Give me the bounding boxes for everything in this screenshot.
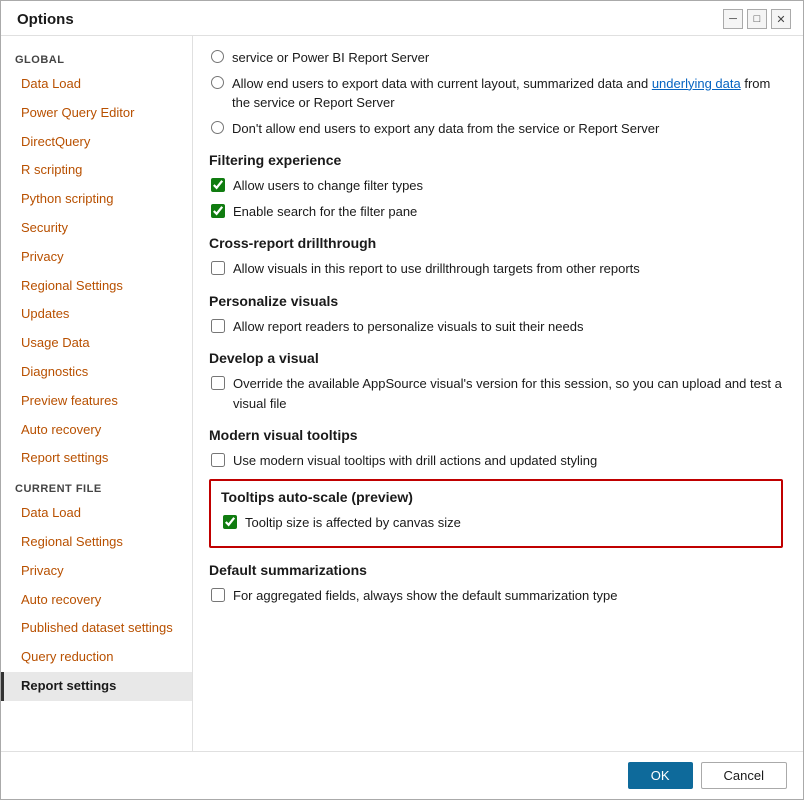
main-content: service or Power BI Report Server Allow … <box>193 36 803 751</box>
export-radio-row-3: Don't allow end users to export any data… <box>209 119 783 139</box>
options-dialog: Options ─ □ ✕ GLOBAL Data Load Power Que… <box>0 0 804 800</box>
sidebar-item-directquery[interactable]: DirectQuery <box>1 128 192 157</box>
sidebar-item-auto-recovery[interactable]: Auto recovery <box>1 416 192 445</box>
minimize-button[interactable]: ─ <box>723 9 743 29</box>
sidebar-item-report-settings-global[interactable]: Report settings <box>1 444 192 473</box>
filter-types-row: Allow users to change filter types <box>209 176 783 196</box>
develop-row: Override the available AppSource visual'… <box>209 374 783 413</box>
cancel-button[interactable]: Cancel <box>701 762 787 789</box>
section-title-tooltips-autoscale: Tooltips auto-scale (preview) <box>221 489 771 505</box>
section-title-crossreport: Cross-report drillthrough <box>209 235 783 251</box>
sidebar-item-preview-features[interactable]: Preview features <box>1 387 192 416</box>
section-title-personalize: Personalize visuals <box>209 293 783 309</box>
bottom-bar: OK Cancel <box>1 751 803 799</box>
sidebar-item-current-privacy[interactable]: Privacy <box>1 557 192 586</box>
export-radio-3[interactable] <box>211 121 224 134</box>
filter-types-checkbox[interactable] <box>211 178 225 192</box>
personalize-row: Allow report readers to personalize visu… <box>209 317 783 337</box>
section-title-summarizations: Default summarizations <box>209 562 783 578</box>
modern-tooltips-row: Use modern visual tooltips with drill ac… <box>209 451 783 471</box>
filter-pane-label: Enable search for the filter pane <box>233 202 417 222</box>
sidebar-item-current-report-settings[interactable]: Report settings <box>1 672 192 701</box>
ok-button[interactable]: OK <box>628 762 693 789</box>
dialog-body: GLOBAL Data Load Power Query Editor Dire… <box>1 36 803 751</box>
sidebar-item-data-load[interactable]: Data Load <box>1 70 192 99</box>
modern-tooltips-label: Use modern visual tooltips with drill ac… <box>233 451 597 471</box>
sidebar-item-diagnostics[interactable]: Diagnostics <box>1 358 192 387</box>
develop-checkbox[interactable] <box>211 376 225 390</box>
sidebar-item-python-scripting[interactable]: Python scripting <box>1 185 192 214</box>
current-section-label: CURRENT FILE <box>1 473 192 499</box>
close-button[interactable]: ✕ <box>771 9 791 29</box>
sidebar-item-current-published-dataset[interactable]: Published dataset settings <box>1 614 192 643</box>
sidebar: GLOBAL Data Load Power Query Editor Dire… <box>1 36 193 751</box>
sidebar-item-r-scripting[interactable]: R scripting <box>1 156 192 185</box>
personalize-label: Allow report readers to personalize visu… <box>233 317 583 337</box>
sidebar-item-regional-settings[interactable]: Regional Settings <box>1 272 192 301</box>
maximize-button[interactable]: □ <box>747 9 767 29</box>
section-title-filtering: Filtering experience <box>209 152 783 168</box>
export-radio-row-2: Allow end users to export data with curr… <box>209 74 783 113</box>
drillthrough-checkbox[interactable] <box>211 261 225 275</box>
summarizations-label: For aggregated fields, always show the d… <box>233 586 617 606</box>
export-radio-1[interactable] <box>211 50 224 63</box>
summarizations-checkbox[interactable] <box>211 588 225 602</box>
develop-label: Override the available AppSource visual'… <box>233 374 783 413</box>
section-title-develop: Develop a visual <box>209 350 783 366</box>
tooltips-autoscale-label: Tooltip size is affected by canvas size <box>245 513 461 533</box>
modern-tooltips-checkbox[interactable] <box>211 453 225 467</box>
export-radio-2[interactable] <box>211 76 224 89</box>
export-radio-row-1: service or Power BI Report Server <box>209 48 783 68</box>
tooltips-autoscale-box: Tooltips auto-scale (preview) Tooltip si… <box>209 479 783 549</box>
sidebar-item-privacy[interactable]: Privacy <box>1 243 192 272</box>
drillthrough-row: Allow visuals in this report to use dril… <box>209 259 783 279</box>
tooltips-autoscale-checkbox[interactable] <box>223 515 237 529</box>
filter-types-label: Allow users to change filter types <box>233 176 423 196</box>
filter-pane-checkbox[interactable] <box>211 204 225 218</box>
dialog-title: Options <box>17 11 74 28</box>
sidebar-item-current-auto-recovery[interactable]: Auto recovery <box>1 586 192 615</box>
global-section-label: GLOBAL <box>1 44 192 70</box>
sidebar-item-security[interactable]: Security <box>1 214 192 243</box>
content-scroll-area[interactable]: service or Power BI Report Server Allow … <box>193 36 803 751</box>
personalize-checkbox[interactable] <box>211 319 225 333</box>
filter-pane-row: Enable search for the filter pane <box>209 202 783 222</box>
sidebar-item-usage-data[interactable]: Usage Data <box>1 329 192 358</box>
sidebar-item-current-regional-settings[interactable]: Regional Settings <box>1 528 192 557</box>
sidebar-item-current-data-load[interactable]: Data Load <box>1 499 192 528</box>
sidebar-item-power-query-editor[interactable]: Power Query Editor <box>1 99 192 128</box>
sidebar-item-current-query-reduction[interactable]: Query reduction <box>1 643 192 672</box>
window-controls: ─ □ ✕ <box>723 9 791 29</box>
drillthrough-label: Allow visuals in this report to use dril… <box>233 259 640 279</box>
section-title-modern-tooltips: Modern visual tooltips <box>209 427 783 443</box>
sidebar-item-updates[interactable]: Updates <box>1 300 192 329</box>
tooltips-autoscale-row: Tooltip size is affected by canvas size <box>221 513 771 533</box>
summarizations-row: For aggregated fields, always show the d… <box>209 586 783 606</box>
title-bar: Options ─ □ ✕ <box>1 1 803 36</box>
